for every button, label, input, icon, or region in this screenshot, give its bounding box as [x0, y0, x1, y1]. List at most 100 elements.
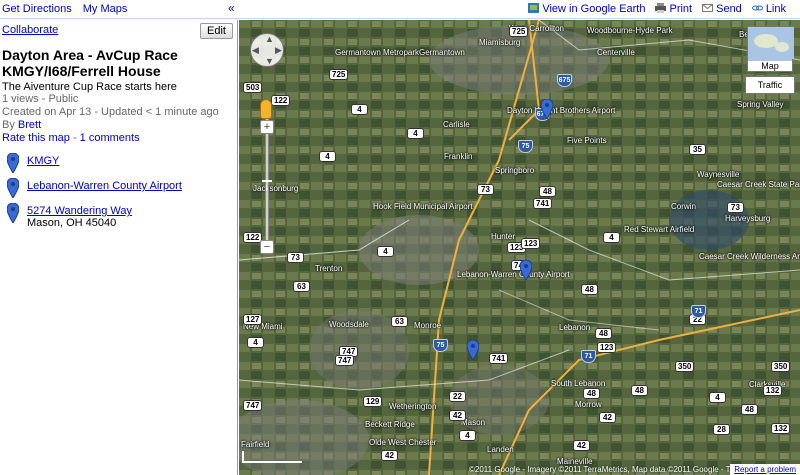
- blue-marker-icon[interactable]: [6, 202, 20, 226]
- route-shield: 350: [771, 361, 791, 372]
- placemark-item[interactable]: KMGY: [2, 152, 235, 179]
- placemark-list: KMGY Lebanon-Warren County Airport 5274 …: [2, 152, 235, 229]
- placemark-link-lebanon-airport[interactable]: Lebanon-Warren County Airport: [27, 180, 182, 192]
- print-label: Print: [669, 3, 693, 15]
- route-shield: 35: [689, 144, 706, 155]
- town-label: Waynesville: [697, 170, 740, 179]
- route-shield: 48: [539, 186, 556, 197]
- globe-thumbnail-icon: [748, 27, 794, 59]
- collapse-panel-button[interactable]: «: [228, 1, 235, 15]
- report-problem-link[interactable]: Report a problem: [730, 464, 800, 475]
- town-label: Harveysburg: [725, 214, 771, 223]
- route-shield: 73: [287, 252, 304, 263]
- sidebar-panel: Collaborate Edit Dayton Area - AvCup Rac…: [0, 20, 238, 475]
- route-shield: 4: [407, 128, 424, 139]
- map-title: Dayton Area - AvCup Race KMGY/I68/Ferrel…: [2, 47, 178, 79]
- town-label: Germantown Metropark: [335, 48, 420, 57]
- town-label: Wetherington: [389, 402, 437, 411]
- interstate-shield-icon: 71: [691, 305, 706, 318]
- route-shield: 123: [597, 342, 617, 353]
- town-label: Beckett Ridge: [365, 420, 415, 429]
- copyright-text: ©2011 Google - Imagery ©2011 TerraMetric…: [469, 465, 773, 474]
- route-shield: 4: [247, 337, 264, 348]
- town-label: Monroe: [414, 321, 442, 330]
- interstate-shield-icon: 75: [433, 339, 448, 352]
- by-label: By: [2, 119, 15, 131]
- route-shield: 42: [599, 412, 616, 423]
- map-type-button[interactable]: Map: [747, 26, 794, 72]
- interstate-shield-icon: 75: [518, 140, 533, 153]
- edit-button[interactable]: Edit: [200, 23, 233, 39]
- placemark-item[interactable]: 5274 Wandering Way Mason, OH 45040: [2, 202, 235, 229]
- send-link[interactable]: Send: [702, 3, 742, 15]
- blue-marker-icon[interactable]: [6, 152, 20, 176]
- link-label: Link: [765, 3, 786, 15]
- collaborate-link[interactable]: Collaborate: [2, 24, 58, 36]
- view-in-google-earth-link[interactable]: View in Google Earth: [528, 3, 645, 15]
- zoom-slider-handle[interactable]: [262, 180, 272, 182]
- placemark-address: Mason, OH 45040: [27, 217, 117, 229]
- chain-link-icon: [751, 3, 763, 13]
- town-label: Red Stewart Airfield: [624, 225, 695, 234]
- print-link[interactable]: Print: [655, 3, 692, 15]
- zoom-in-button[interactable]: +: [260, 120, 274, 134]
- pan-left-arrow-icon[interactable]: ◀: [252, 45, 259, 56]
- rate-map-link[interactable]: Rate this map: [2, 132, 70, 144]
- route-shield: 73: [477, 184, 494, 195]
- route-shield: 725: [509, 26, 529, 37]
- town-label: Caesar Creek Wilderness Area: [699, 252, 800, 261]
- map-marker-kmgy[interactable]: [540, 98, 554, 122]
- rate-comments-line: Rate this map - 1 comments: [2, 132, 235, 145]
- town-label: Hook Field Municipal Airport: [373, 202, 473, 211]
- zoom-out-button[interactable]: −: [260, 240, 274, 254]
- route-shield: 127: [243, 314, 263, 325]
- author-link[interactable]: Brett: [18, 119, 41, 131]
- map-author-line: By Brett: [2, 119, 235, 132]
- route-shield: 741: [533, 198, 553, 209]
- route-shield: 48: [631, 385, 648, 396]
- envelope-icon: [702, 3, 714, 13]
- map-created: Created on Apr 13 - Updated < 1 minute a…: [2, 106, 219, 118]
- town-label: Lebanon: [559, 323, 591, 332]
- placemark-link-kmgy[interactable]: KMGY: [27, 155, 59, 167]
- my-maps-link[interactable]: My Maps: [83, 3, 128, 15]
- traffic-button[interactable]: Traffic: [745, 76, 795, 94]
- comments-link[interactable]: 1 comments: [80, 132, 140, 144]
- pan-up-arrow-icon[interactable]: ▲: [265, 34, 274, 44]
- map-views: 1 views - Public: [2, 93, 79, 105]
- town-label: Centerville: [597, 48, 635, 57]
- route-shield: 48: [583, 388, 600, 399]
- placemark-link-wandering-way[interactable]: 5274 Wandering Way: [27, 205, 132, 217]
- pan-right-arrow-icon[interactable]: ▶: [275, 45, 282, 56]
- town-label: Spring Valley: [737, 100, 784, 109]
- town-label: Miamisburg: [479, 38, 521, 47]
- street-view-pegman-icon[interactable]: [260, 99, 272, 119]
- map-description: The Aiventure Cup Race starts here: [2, 81, 177, 93]
- route-shield: 63: [293, 281, 310, 292]
- map-marker-lebanon-airport[interactable]: [519, 259, 533, 283]
- town-label: Woodbourne-Hyde Park: [587, 26, 673, 35]
- blue-marker-icon[interactable]: [6, 177, 20, 201]
- map-marker-wandering-way[interactable]: [466, 339, 480, 363]
- satellite-map[interactable]: West CarrolltonWoodbourne-Hyde ParkBellb…: [239, 20, 800, 475]
- town-label: Morrow: [575, 400, 602, 409]
- pan-control[interactable]: ▲ ◀ ▶ ▼: [250, 33, 284, 67]
- printer-icon: [655, 3, 667, 13]
- pan-down-arrow-icon[interactable]: ▼: [265, 56, 274, 66]
- town-label: Caesar Creek State Park: [717, 180, 800, 189]
- route-shield: 725: [329, 69, 349, 80]
- link-link[interactable]: Link: [751, 3, 786, 15]
- route-shield: 747: [335, 355, 355, 366]
- route-shield: 4: [459, 430, 476, 441]
- route-shield: 132: [771, 423, 791, 434]
- separator: -: [69, 132, 80, 144]
- route-shield: 132: [763, 385, 783, 396]
- route-shield: 4: [351, 104, 368, 115]
- town-label: South Lebanon: [551, 379, 606, 388]
- send-label: Send: [716, 3, 742, 15]
- route-shield: 28: [713, 424, 730, 435]
- earth-icon: [528, 3, 540, 13]
- placemark-item[interactable]: Lebanon-Warren County Airport: [2, 177, 235, 204]
- route-shield: 42: [573, 440, 590, 451]
- get-directions-link[interactable]: Get Directions: [2, 3, 72, 15]
